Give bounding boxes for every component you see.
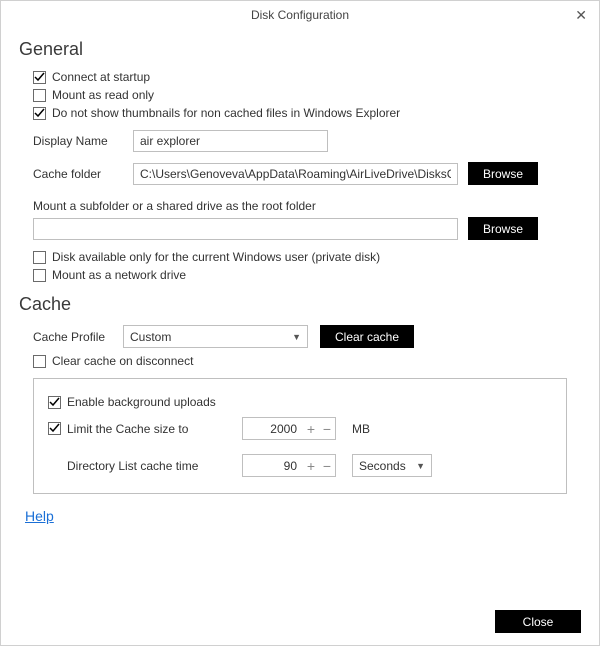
no-thumbnails-label: Do not show thumbnails for non cached fi… [52,106,400,120]
dir-list-time-label: Directory List cache time [67,459,242,473]
connect-at-startup-label: Connect at startup [52,70,150,84]
chevron-down-icon: ▼ [416,461,425,471]
clear-on-disconnect-checkbox[interactable] [33,355,46,368]
cache-profile-select[interactable]: Custom ▼ [123,325,308,348]
section-cache-header: Cache [19,294,581,315]
minus-icon[interactable]: − [319,422,335,436]
plus-icon[interactable]: + [303,422,319,436]
clear-cache-button[interactable]: Clear cache [320,325,414,348]
help-link[interactable]: Help [25,508,54,524]
limit-cache-size-input[interactable]: + − [242,417,336,440]
section-general-header: General [19,39,581,60]
mount-read-only-checkbox[interactable] [33,89,46,102]
cache-profile-label: Cache Profile [33,330,123,344]
private-disk-checkbox[interactable] [33,251,46,264]
mount-read-only-label: Mount as read only [52,88,154,102]
enable-bg-uploads-checkbox[interactable] [48,396,61,409]
titlebar: Disk Configuration ✕ [1,1,599,29]
limit-cache-size-checkbox[interactable] [48,422,61,435]
mount-subfolder-label: Mount a subfolder or a shared drive as t… [33,199,581,213]
close-icon[interactable]: ✕ [571,1,591,29]
limit-cache-size-value[interactable] [243,421,303,437]
mount-subfolder-browse-button[interactable]: Browse [468,217,538,240]
dir-list-time-input[interactable]: + − [242,454,336,477]
plus-icon[interactable]: + [303,459,319,473]
private-disk-label: Disk available only for the current Wind… [52,250,380,264]
cache-folder-input[interactable] [133,163,458,185]
close-button[interactable]: Close [495,610,581,633]
cache-folder-label: Cache folder [33,167,133,181]
dir-list-time-value[interactable] [243,458,303,474]
no-thumbnails-checkbox[interactable] [33,107,46,120]
enable-bg-uploads-label: Enable background uploads [67,395,216,409]
limit-cache-size-unit: MB [352,422,370,436]
cache-profile-value: Custom [130,330,171,344]
dir-list-time-unit-select[interactable]: Seconds ▼ [352,454,432,477]
network-drive-checkbox[interactable] [33,269,46,282]
window-title: Disk Configuration [251,8,349,22]
connect-at-startup-checkbox[interactable] [33,71,46,84]
cache-settings-box: Enable background uploads Limit the Cach… [33,378,567,494]
display-name-input[interactable] [133,130,328,152]
chevron-down-icon: ▼ [292,332,301,342]
cache-folder-browse-button[interactable]: Browse [468,162,538,185]
limit-cache-size-label: Limit the Cache size to [67,422,242,436]
dir-list-time-unit-value: Seconds [359,459,406,473]
minus-icon[interactable]: − [319,459,335,473]
display-name-label: Display Name [33,134,133,148]
network-drive-label: Mount as a network drive [52,268,186,282]
mount-subfolder-input[interactable] [33,218,458,240]
clear-on-disconnect-label: Clear cache on disconnect [52,354,193,368]
